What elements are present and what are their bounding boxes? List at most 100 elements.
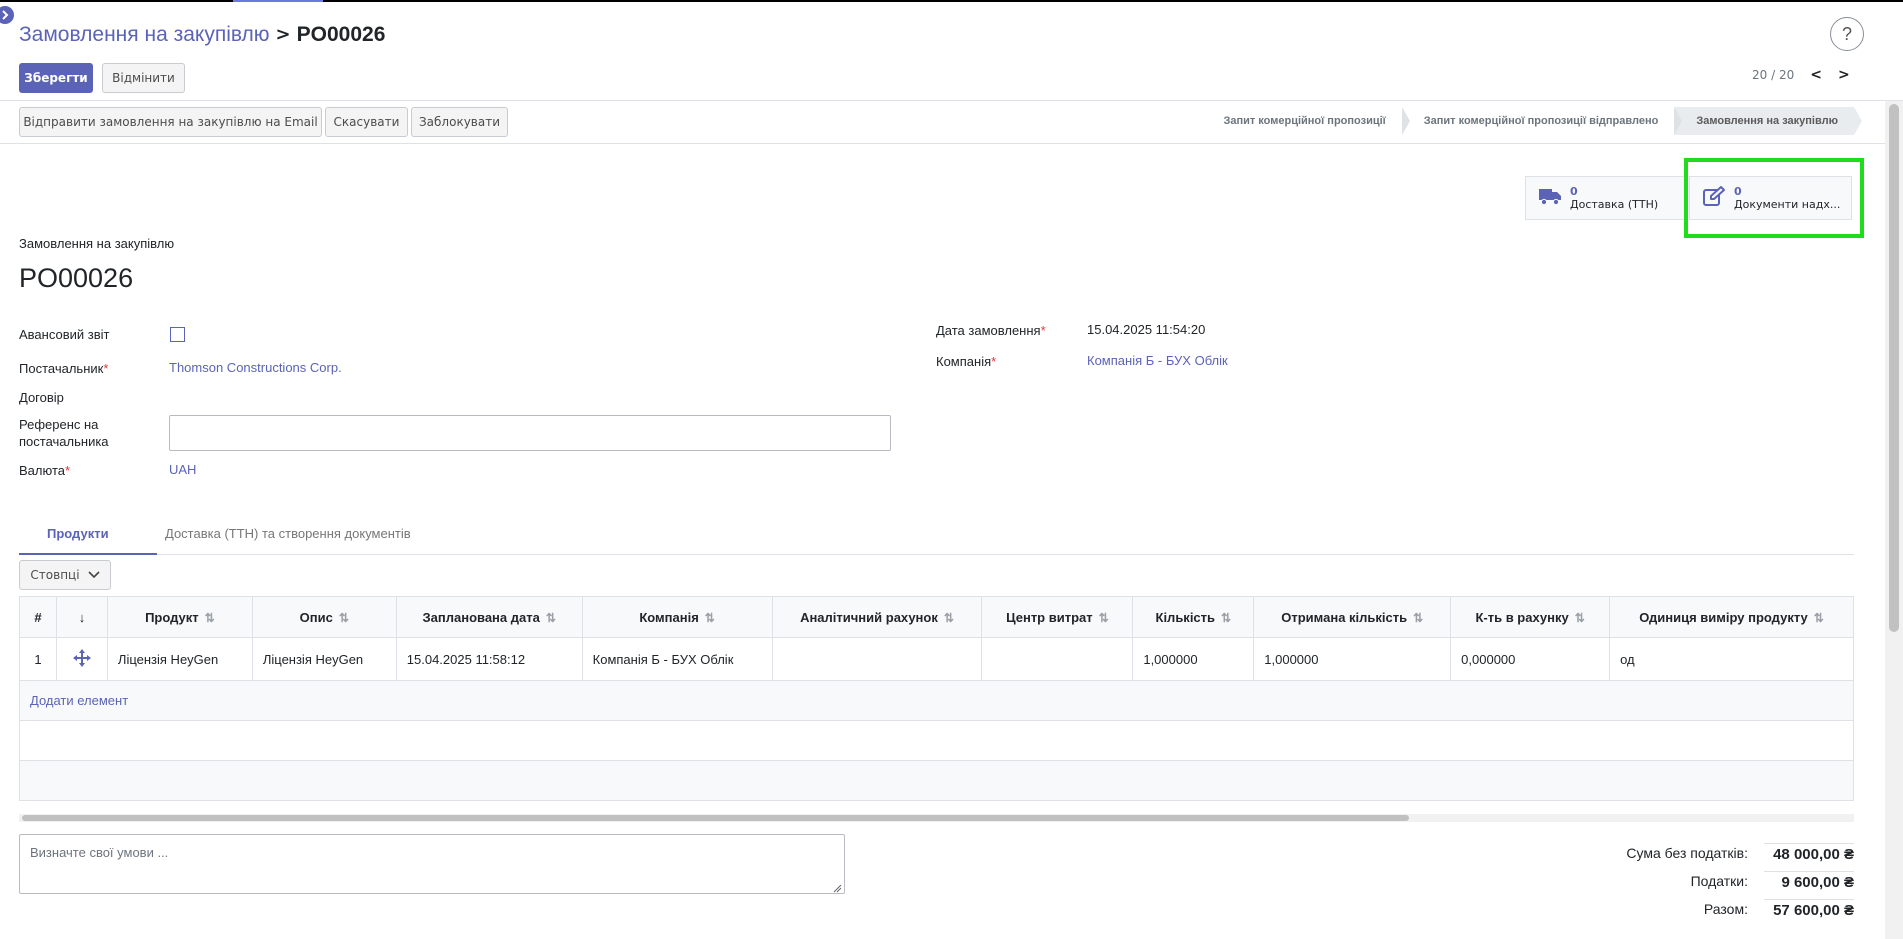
chevron-down-icon xyxy=(87,568,100,582)
drag-handle-icon[interactable] xyxy=(55,637,108,681)
required-mark: * xyxy=(65,463,71,478)
table-row[interactable]: 1 Ліцензія HeyGen Ліцензія HeyGen 15.04.… xyxy=(19,637,1854,681)
column-header-received-quantity-label: Отримана кількість xyxy=(1281,609,1408,625)
company-value[interactable]: Компанія Б - БУХ Облік xyxy=(1087,353,1228,368)
send-email-button[interactable]: Відправити замовлення на закупівлю на Em… xyxy=(19,107,322,137)
sort-icon: ⇅ xyxy=(1574,610,1585,625)
status-step-purchase-order[interactable]: Замовлення на закупівлю xyxy=(1674,107,1862,135)
vendor-reference-input[interactable] xyxy=(169,415,891,451)
cell-description[interactable]: Ліцензія HeyGen xyxy=(251,637,397,681)
tab-delivery-documents[interactable]: Доставка (ТТН) та створення документів xyxy=(137,514,439,553)
document-type-label: Замовлення на закупівлю xyxy=(19,236,175,251)
untaxed-value: 48 000,00 ₴ xyxy=(1764,843,1854,865)
empty-cell xyxy=(19,760,1854,801)
status-steps: Запит комерційної пропозиції Запит комер… xyxy=(1201,107,1862,135)
total-label: Разом: xyxy=(1703,901,1748,917)
untaxed-label: Сума без податків: xyxy=(1626,845,1748,861)
currency-value[interactable]: UAH xyxy=(169,462,196,477)
column-header-quantity[interactable]: Кількість ⇅ xyxy=(1132,596,1255,638)
column-header-description-label: Опис xyxy=(299,609,333,625)
breadcrumb-parent-link[interactable]: Замовлення на закупівлю xyxy=(19,22,270,48)
delivery-count: 0 xyxy=(1570,185,1578,198)
resize-handle-icon[interactable] xyxy=(833,882,842,893)
sort-icon: ⇅ xyxy=(1221,610,1232,625)
truck-icon xyxy=(1538,186,1562,210)
vendor-reference-label-line-2: постачальника xyxy=(19,434,109,449)
column-header-description[interactable]: Опис ⇅ xyxy=(251,596,397,638)
smart-button-delivery[interactable]: 0 Доставка (ТТН) xyxy=(1525,176,1685,220)
cancel-order-button[interactable]: Скасувати xyxy=(325,107,408,137)
column-header-analytic-account[interactable]: Аналітичний рахунок ⇅ xyxy=(771,596,983,638)
company-label: Компанія* xyxy=(936,353,996,370)
status-step-rfq-sent[interactable]: Запит комерційної пропозиції відправлено xyxy=(1401,107,1682,135)
breadcrumb-current: PO00026 xyxy=(296,23,386,46)
column-header-uom[interactable]: Одиниця виміру продукту ⇅ xyxy=(1609,596,1854,638)
sort-icon: ⇅ xyxy=(1413,610,1424,625)
help-button[interactable]: ? xyxy=(1830,17,1864,51)
column-header-number: # xyxy=(19,596,57,638)
column-header-uom-label: Одиниця виміру продукту xyxy=(1639,609,1808,625)
add-line-link[interactable]: Додати елемент xyxy=(30,693,128,708)
required-mark: * xyxy=(103,361,109,376)
column-header-company[interactable]: Компанія ⇅ xyxy=(581,596,773,638)
cell-cost-center[interactable] xyxy=(981,637,1134,681)
pager-prev-icon[interactable]: < xyxy=(1810,67,1822,83)
column-header-sequence: ↓ xyxy=(55,596,108,638)
vendor-reference-label-line-1: Референс на xyxy=(19,417,99,432)
taxes-label: Податки: xyxy=(1690,873,1748,889)
total-value: 57 600,00 ₴ xyxy=(1764,899,1854,921)
column-header-analytic-account-label: Аналітичний рахунок xyxy=(800,609,938,625)
vertical-scrollbar-thumb[interactable] xyxy=(1889,104,1899,632)
column-header-company-label: Компанія xyxy=(639,609,699,625)
cell-number: 1 xyxy=(19,637,57,681)
contract-label: Договір xyxy=(19,390,64,405)
cell-company[interactable]: Компанія Б - БУХ Облік xyxy=(581,637,773,681)
sort-icon: ⇅ xyxy=(1813,610,1824,625)
cell-invoiced-quantity[interactable]: 0,000000 xyxy=(1450,637,1611,681)
columns-button[interactable]: Стовпці xyxy=(19,560,111,590)
horizontal-scrollbar-thumb[interactable] xyxy=(22,815,1409,821)
advance-report-checkbox[interactable] xyxy=(170,327,185,342)
sort-icon: ⇅ xyxy=(545,610,556,625)
top-border-accent xyxy=(233,0,323,2)
company-label-text: Компанія xyxy=(936,354,992,369)
save-button[interactable]: Зберегти xyxy=(19,63,93,93)
cell-uom[interactable]: од xyxy=(1609,637,1854,681)
column-header-planned-date[interactable]: Запланована дата ⇅ xyxy=(395,596,583,638)
discard-button[interactable]: Відмінити xyxy=(102,63,185,93)
document-name: PO00026 xyxy=(19,263,134,293)
column-header-product[interactable]: Продукт ⇅ xyxy=(106,596,253,638)
currency-label: Валюта* xyxy=(19,462,70,479)
cell-analytic-account[interactable] xyxy=(771,637,983,681)
empty-row xyxy=(19,720,1854,761)
vendor-reference-label: Референс на постачальника xyxy=(19,416,109,450)
sidebar-toggle-icon[interactable] xyxy=(0,6,14,24)
order-date-value[interactable]: 15.04.2025 11:54:20 xyxy=(1087,322,1205,337)
cell-received-quantity[interactable]: 1,000000 xyxy=(1253,637,1452,681)
lock-button[interactable]: Заблокувати xyxy=(411,107,508,137)
cell-planned-date[interactable]: 15.04.2025 11:58:12 xyxy=(395,637,583,681)
terms-textarea[interactable] xyxy=(19,834,845,894)
notebook-tabs: Продукти Доставка (ТТН) та створення док… xyxy=(19,514,1854,555)
currency-label-text: Валюта xyxy=(19,463,65,478)
column-header-cost-center[interactable]: Центр витрат ⇅ xyxy=(981,596,1134,638)
pager-value[interactable]: 20 / 20 xyxy=(1752,68,1794,82)
status-step-rfq[interactable]: Запит комерційної пропозиції xyxy=(1201,107,1411,135)
empty-row xyxy=(19,760,1854,801)
order-date-label-text: Дата замовлення xyxy=(936,323,1041,338)
cell-product[interactable]: Ліцензія HeyGen xyxy=(106,637,253,681)
vendor-label: Постачальник* xyxy=(19,360,108,377)
add-line-cell: Додати елемент xyxy=(19,680,1854,721)
sort-icon: ⇅ xyxy=(338,610,349,625)
column-header-received-quantity[interactable]: Отримана кількість ⇅ xyxy=(1253,596,1452,638)
cell-quantity[interactable]: 1,000000 xyxy=(1132,637,1255,681)
sort-icon: ⇅ xyxy=(704,610,715,625)
sort-icon: ⇅ xyxy=(204,610,215,625)
column-header-cost-center-label: Центр витрат xyxy=(1006,609,1093,625)
empty-cell xyxy=(19,720,1854,761)
sort-icon: ⇅ xyxy=(1098,610,1109,625)
required-mark: * xyxy=(991,354,997,369)
column-header-invoiced-quantity[interactable]: К-ть в рахунку ⇅ xyxy=(1450,596,1611,638)
pager-next-icon[interactable]: > xyxy=(1838,67,1850,83)
vendor-value[interactable]: Thomson Constructions Corp. xyxy=(169,360,342,375)
